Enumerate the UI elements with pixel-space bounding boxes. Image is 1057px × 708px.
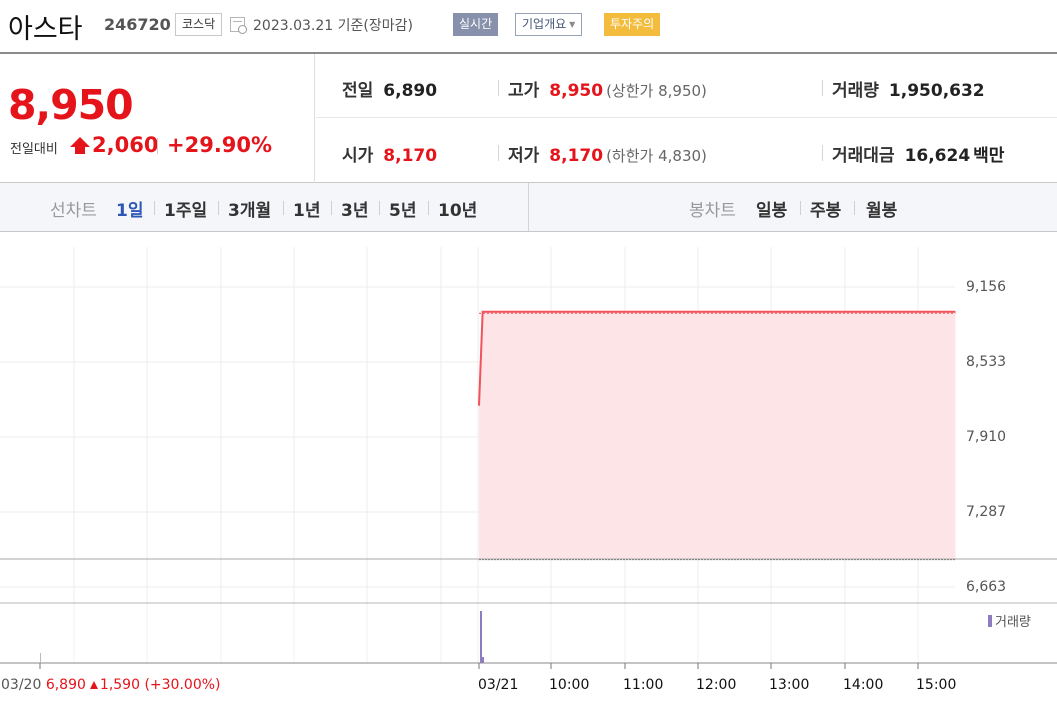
lower-limit-note: (하한가 4,830)	[606, 147, 707, 165]
triangle-up-icon	[89, 681, 98, 689]
calendar-icon	[230, 17, 247, 34]
tab-3m[interactable]: 3개월	[228, 196, 271, 221]
compare-label: 전일대비	[10, 142, 58, 157]
divider	[331, 201, 332, 215]
current-price-panel: 8,950 전일대비 2,060 +29.90%	[0, 54, 315, 183]
volume-bar	[480, 611, 482, 663]
divider	[498, 145, 499, 161]
open-cell: 시가 8,170	[342, 141, 437, 166]
tab-10y[interactable]: 10년	[438, 196, 477, 221]
trade-value-cell: 거래대금 16,624 백만	[832, 141, 1004, 166]
line-chart-header: 선차트	[50, 201, 97, 221]
stock-name: 아스타	[8, 14, 83, 45]
volume-value: 1,950,632	[888, 81, 985, 101]
x-tick-label: 15:00	[916, 677, 957, 693]
volume-bar	[482, 657, 484, 663]
price-change-percent: +29.90%	[167, 133, 273, 157]
low-value: 8,170	[549, 146, 604, 166]
tab-1y[interactable]: 1년	[293, 196, 320, 221]
x-tick-label: 10:00	[549, 677, 590, 693]
upper-limit-note: (상한가 8,950)	[606, 82, 707, 100]
company-overview-label: 기업개요	[522, 17, 567, 31]
volume-bar	[40, 653, 41, 663]
realtime-button[interactable]: 실시간	[453, 13, 499, 36]
stock-header: 아스타 246720 코스닥 2023.03.21 기준(장마감) 실시간 기업…	[0, 0, 1057, 50]
base-date: 2023.03.21 기준(장마감)	[253, 15, 413, 35]
volume-swatch	[988, 615, 992, 627]
volume-legend: 거래량	[988, 611, 1031, 630]
tab-1d[interactable]: 1일	[116, 196, 143, 221]
market-badge: 코스닥	[175, 13, 223, 36]
high-label: 고가	[508, 81, 540, 101]
prev-day-info: 03/20 6,890 1,590 (+30.00%)	[1, 677, 221, 693]
tab-weekly[interactable]: 주봉	[810, 196, 841, 221]
trade-value: 16,624	[904, 146, 971, 166]
chart-period-tabs: 선차트 1일 1주일 3개월 1년 3년 5년 10년 봉차트 일봉 주봉 월봉	[0, 183, 1057, 232]
divider	[800, 201, 801, 215]
date-value: 2023.03.21	[253, 18, 334, 34]
chevron-down-icon: ▼	[569, 20, 576, 29]
low-label: 저가	[508, 146, 540, 166]
divider	[822, 145, 823, 161]
volume-cell: 거래량 1,950,632	[832, 76, 985, 101]
price-change: 2,060	[92, 133, 159, 157]
chart-canvas	[0, 247, 1057, 669]
trade-value-label: 거래대금	[832, 146, 895, 166]
company-overview-dropdown[interactable]: 기업개요 ▼	[515, 13, 583, 36]
tab-1w[interactable]: 1주일	[164, 196, 207, 221]
intraday-chart: 9,156 8,533 7,910 7,287 6,663 거래량 03/20 …	[0, 233, 1057, 708]
x-tick-label: 12:00	[696, 677, 737, 693]
tab-monthly[interactable]: 월봉	[866, 196, 897, 221]
date-suffix: 기준(장마감)	[337, 18, 413, 34]
x-tick-label: 13:00	[769, 677, 810, 693]
x-tick-label: 03/21	[478, 677, 519, 693]
prev-close-label: 전일	[342, 81, 374, 101]
prev-close-value: 6,890	[383, 81, 438, 101]
candle-chart-header: 봉차트	[689, 201, 736, 221]
row-divider	[316, 117, 1057, 118]
price-summary: 8,950 전일대비 2,060 +29.90% 전일 6,890 고가 8,950…	[0, 52, 1057, 183]
y-tick-label: 7,910	[966, 429, 1007, 445]
divider	[379, 201, 380, 215]
divider	[218, 201, 219, 215]
prev-day-change: 1,590	[99, 677, 140, 693]
tab-3y[interactable]: 3년	[341, 196, 368, 221]
y-tick-label: 8,533	[966, 354, 1007, 370]
open-label: 시가	[342, 146, 374, 166]
x-tick-label: 14:00	[843, 677, 884, 693]
trade-value-unit: 백만	[973, 146, 1005, 166]
divider	[822, 80, 823, 96]
arrow-up-icon	[70, 137, 90, 154]
x-tick-label: 11:00	[623, 677, 664, 693]
prev-day-close: 6,890	[45, 677, 86, 693]
stock-code: 246720	[104, 15, 171, 34]
divider	[283, 201, 284, 215]
volume-label: 거래량	[832, 81, 879, 101]
y-tick-label: 7,287	[966, 504, 1007, 520]
volume-legend-label: 거래량	[995, 615, 1031, 630]
divider	[157, 138, 158, 154]
divider	[154, 201, 155, 215]
price-area	[479, 311, 956, 560]
divider	[854, 201, 855, 215]
y-tick-label: 6,663	[966, 579, 1007, 595]
tab-daily[interactable]: 일봉	[756, 196, 787, 221]
divider	[498, 80, 499, 96]
open-value: 8,170	[383, 146, 438, 166]
tab-5y[interactable]: 5년	[389, 196, 416, 221]
divider	[428, 201, 429, 215]
low-cell: 저가 8,170 (하한가 4,830)	[508, 141, 707, 166]
prev-day-date: 03/20	[1, 677, 42, 693]
high-cell: 고가 8,950 (상한가 8,950)	[508, 76, 707, 101]
tab-group-divider	[528, 183, 529, 231]
investment-warning-badge[interactable]: 투자주의	[604, 13, 661, 36]
prev-day-change-percent: (+30.00%)	[144, 677, 221, 693]
current-price: 8,950	[8, 81, 134, 129]
y-tick-label: 9,156	[966, 279, 1007, 295]
prev-close-cell: 전일 6,890	[342, 76, 437, 101]
high-value: 8,950	[549, 81, 604, 101]
